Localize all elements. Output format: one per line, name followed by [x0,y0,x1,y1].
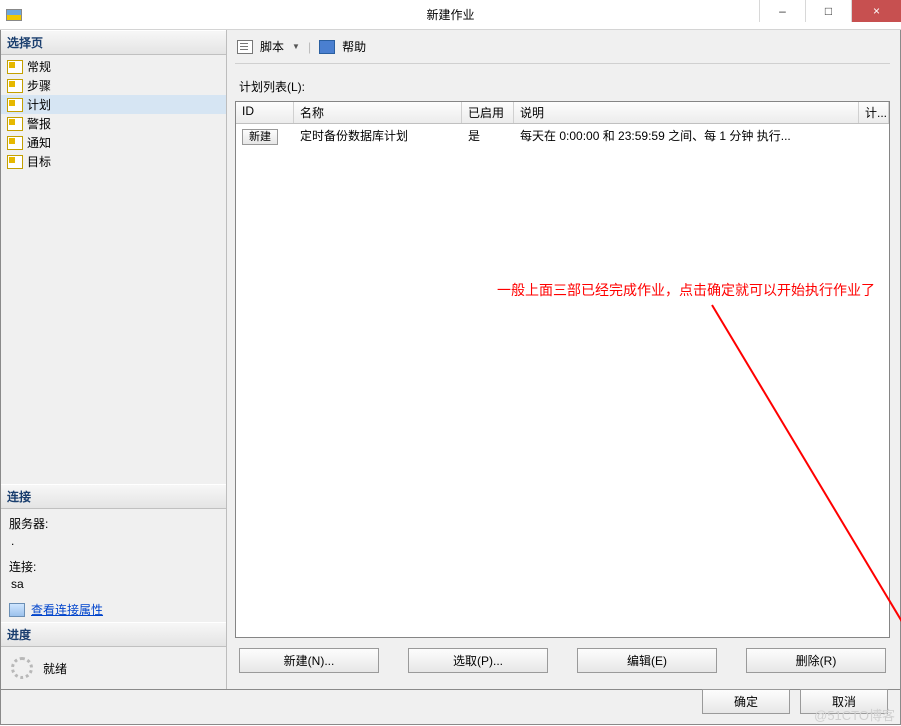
page-label: 警报 [27,115,51,132]
conn-label: 连接: [9,558,218,575]
col-id[interactable]: ID [236,102,294,123]
schedule-grid: ID 名称 已启用 说明 计... 新建 定时备份数据库计划 是 每天在 0:0… [235,101,890,638]
col-desc[interactable]: 说明 [514,102,859,123]
spinner-icon [11,657,33,679]
window-controls: – □ × [759,0,901,22]
server-icon [9,603,25,617]
script-button[interactable]: 脚本 [260,38,284,55]
ok-button[interactable]: 确定 [702,689,790,714]
close-button[interactable]: × [851,0,901,22]
cell-desc: 每天在 0:00:00 和 23:59:59 之间、每 1 分钟 执行... [514,126,889,145]
conn-value: sa [11,577,218,591]
page-label: 常规 [27,58,51,75]
help-icon [319,40,335,54]
status-text: 就绪 [43,660,67,677]
col-name[interactable]: 名称 [294,102,462,123]
title-bar: 新建作业 – □ × [0,0,901,30]
page-icon [7,79,23,93]
cell-id: 新建 [236,127,294,145]
maximize-button[interactable]: □ [805,0,851,22]
page-icon [7,98,23,112]
page-item-steps[interactable]: 步骤 [1,76,226,95]
list-label: 计划列表(L): [239,78,886,95]
dialog-buttons: 确定 取消 [0,690,901,725]
pages-header: 选择页 [1,30,226,55]
cancel-button[interactable]: 取消 [800,689,888,714]
page-icon [7,136,23,150]
progress-header: 进度 [1,622,226,647]
page-item-targets[interactable]: 目标 [1,152,226,171]
progress-body: 就绪 [1,647,226,689]
page-list: 常规 步骤 计划 警报 通知 目标 [1,55,226,173]
page-label: 步骤 [27,77,51,94]
cell-enabled: 是 [462,126,514,145]
grid-header: ID 名称 已启用 说明 计... [236,102,889,124]
page-label: 计划 [27,96,51,113]
page-item-schedules[interactable]: 计划 [1,95,226,114]
content-area: 脚本 ▼ | 帮助 计划列表(L): ID 名称 已启用 说明 计... 新建 … [227,30,900,689]
page-item-general[interactable]: 常规 [1,57,226,76]
connection-body: 服务器: . 连接: sa 查看连接属性 [1,509,226,622]
separator: | [308,40,311,54]
window-title: 新建作业 [426,6,474,23]
minimize-button[interactable]: – [759,0,805,22]
page-label: 通知 [27,134,51,151]
script-icon [237,40,253,54]
action-buttons: 新建(N)... 选取(P)... 编辑(E) 删除(R) [235,638,890,679]
grid-row[interactable]: 新建 定时备份数据库计划 是 每天在 0:00:00 和 23:59:59 之间… [236,124,889,147]
view-connection-props-link[interactable]: 查看连接属性 [9,601,218,618]
dropdown-arrow-icon[interactable]: ▼ [292,42,300,51]
server-label: 服务器: [9,515,218,532]
page-icon [7,117,23,131]
app-icon [6,9,22,21]
col-last[interactable]: 计... [859,102,889,123]
server-value: . [11,534,218,548]
sidebar: 选择页 常规 步骤 计划 警报 通知 目标 连接 服务器: . 连接: sa 查… [1,30,227,689]
new-button[interactable]: 新建(N)... [239,648,379,673]
cell-name: 定时备份数据库计划 [294,126,462,145]
link-text: 查看连接属性 [31,601,103,618]
help-button[interactable]: 帮助 [342,38,366,55]
main-area: 选择页 常规 步骤 计划 警报 通知 目标 连接 服务器: . 连接: sa 查… [0,30,901,690]
col-enabled[interactable]: 已启用 [462,102,514,123]
pick-button[interactable]: 选取(P)... [408,648,548,673]
delete-button[interactable]: 删除(R) [746,648,886,673]
page-item-alerts[interactable]: 警报 [1,114,226,133]
page-icon [7,60,23,74]
spacer [1,173,226,484]
edit-button[interactable]: 编辑(E) [577,648,717,673]
page-item-notifications[interactable]: 通知 [1,133,226,152]
page-icon [7,155,23,169]
new-badge: 新建 [242,129,278,145]
page-label: 目标 [27,153,51,170]
connection-header: 连接 [1,484,226,509]
toolbar: 脚本 ▼ | 帮助 [235,36,890,64]
